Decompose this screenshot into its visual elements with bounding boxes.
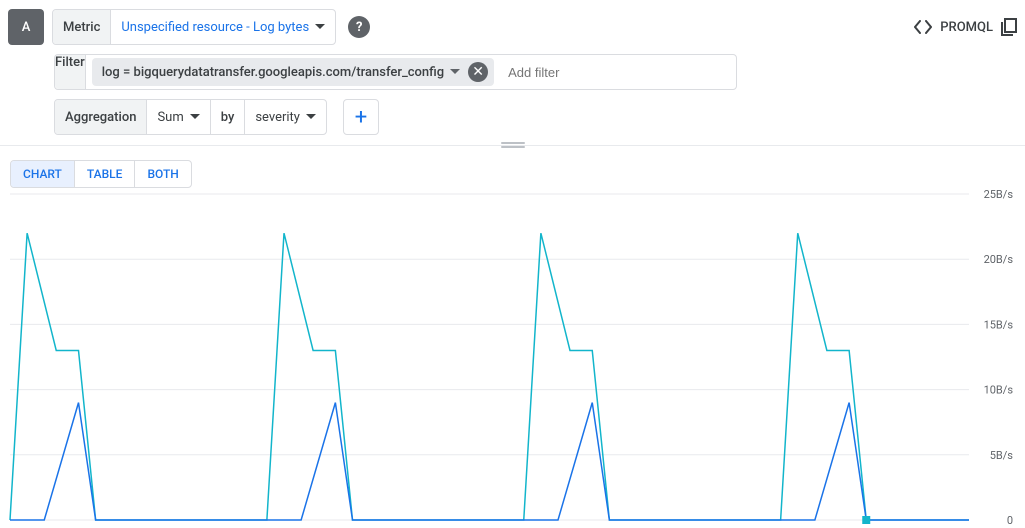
resize-handle[interactable] bbox=[501, 142, 525, 148]
remove-filter-icon[interactable]: ✕ bbox=[468, 62, 488, 82]
help-icon[interactable]: ? bbox=[348, 16, 370, 38]
promql-button[interactable]: PROMQL bbox=[914, 20, 993, 35]
aggregation-by-field: severity bbox=[255, 110, 300, 125]
filter-chip-text: log = bigquerydatatransfer.googleapis.co… bbox=[102, 65, 444, 80]
filter-chip[interactable]: log = bigquerydatatransfer.googleapis.co… bbox=[92, 58, 494, 86]
aggregation-function: Sum bbox=[157, 110, 183, 125]
chevron-down-icon bbox=[450, 69, 460, 75]
metric-selector[interactable]: Metric Unspecified resource - Log bytes bbox=[52, 9, 336, 45]
chevron-down-icon bbox=[190, 114, 200, 120]
metric-value: Unspecified resource - Log bytes bbox=[121, 20, 309, 35]
svg-text:5B/s: 5B/s bbox=[990, 449, 1014, 462]
svg-text:10B/s: 10B/s bbox=[984, 384, 1014, 397]
by-label: by bbox=[210, 100, 246, 134]
chevron-down-icon bbox=[315, 24, 325, 30]
metrics-chart[interactable]: 05B/s10B/s15B/s20B/s25B/sUTC-512:10 PM12… bbox=[8, 188, 1017, 528]
copy-icon[interactable] bbox=[1001, 18, 1017, 36]
query-badge[interactable]: A bbox=[8, 9, 44, 45]
chevron-down-icon bbox=[306, 114, 316, 120]
svg-text:0: 0 bbox=[1007, 514, 1013, 527]
view-tabs: CHART TABLE BOTH bbox=[10, 160, 192, 188]
filter-box: Filter log = bigquerydatatransfer.google… bbox=[54, 54, 737, 90]
tab-both[interactable]: BOTH bbox=[135, 161, 190, 187]
aggregation-selector[interactable]: Aggregation Sum by severity bbox=[54, 99, 327, 135]
metric-label: Metric bbox=[53, 10, 111, 44]
svg-text:20B/s: 20B/s bbox=[984, 253, 1014, 266]
add-aggregation-button[interactable]: + bbox=[343, 99, 379, 135]
aggregation-label: Aggregation bbox=[55, 100, 147, 134]
add-filter-input[interactable] bbox=[500, 57, 620, 87]
tab-chart[interactable]: CHART bbox=[11, 161, 75, 187]
svg-text:25B/s: 25B/s bbox=[984, 188, 1014, 201]
filter-label: Filter bbox=[55, 55, 86, 89]
promql-label: PROMQL bbox=[940, 20, 993, 35]
tab-table[interactable]: TABLE bbox=[75, 161, 136, 187]
code-icon bbox=[914, 20, 932, 34]
svg-text:15B/s: 15B/s bbox=[984, 318, 1014, 331]
